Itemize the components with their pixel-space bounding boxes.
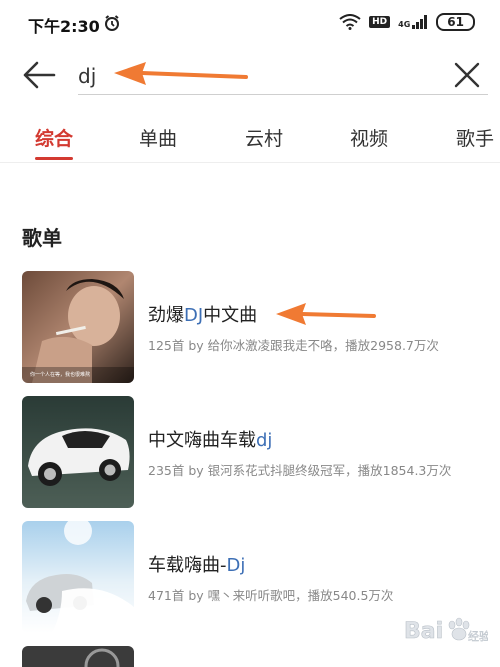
title-highlight: Dj [226,555,246,576]
playlist-title: 劲爆DJ中文曲 [148,301,257,327]
wifi-icon [339,14,361,30]
status-indicators: HD 4G 61 [339,13,475,31]
cellular-signal: 4G [398,15,428,29]
playlist-cover-partial [22,646,134,667]
tab-songs[interactable]: 单曲 [139,124,177,151]
title-highlight: DJ [184,305,204,326]
title-highlight: dj [256,430,273,451]
active-tab-indicator [35,157,73,160]
playlist-cover [22,521,134,633]
close-icon [454,62,480,88]
tab-videos[interactable]: 视频 [350,124,388,151]
back-button[interactable] [22,60,56,90]
playlist-meta: 125首 by 给你冰激凌跟我走不咯，播放2958.7万次 [148,338,439,353]
svg-text:经验: 经验 [468,629,488,643]
title-text: 车载嗨曲- [148,555,227,576]
title-text: 劲爆 [148,305,184,326]
search-input[interactable] [78,58,488,95]
playlist-title: 车载嗨曲-Dj [148,551,245,577]
clear-search-button[interactable] [452,60,482,90]
playlist-cover: 你一个人在等，我也很难熬 [22,271,134,383]
playlist-cover [22,396,134,508]
back-arrow-icon [23,61,56,89]
tab-all[interactable]: 综合 [35,124,73,151]
title-text: 中文嗨曲车载 [148,430,256,451]
hd-badge: HD [369,16,391,28]
playlist-item[interactable]: 中文嗨曲车载dj 235首 by 银河系花式抖腿终级冠军，播放1854.3万次 [22,396,492,508]
tab-artists[interactable]: 歌手 [456,124,494,151]
status-time: 下午2:30 [28,17,100,36]
tab-community[interactable]: 云村 [245,124,283,151]
cover-caption: 你一个人在等，我也很难熬 [30,372,91,378]
search-bar [0,44,500,104]
status-bar: 下午2:30 HD 4G 61 [0,0,500,44]
section-title-playlists: 歌单 [22,226,62,250]
svg-text:Bai: Bai [404,619,443,644]
signal-icon [412,15,428,29]
network-type: 4G [398,20,411,29]
playlist-title: 中文嗨曲车载dj [148,426,272,452]
playlist-meta: 471首 by 嘿丶来听听歌吧，播放540.5万次 [148,588,394,603]
alarm-icon [105,15,119,31]
playlist-item[interactable]: 你一个人在等，我也很难熬 劲爆DJ中文曲 125首 by 给你冰激凌跟我走不咯，… [22,271,492,383]
playlist-meta: 235首 by 银河系花式抖腿终级冠军，播放1854.3万次 [148,463,452,478]
watermark-logo: Bai 经验 [404,613,490,651]
battery-indicator: 61 [436,13,475,31]
title-text-end: 中文曲 [203,305,258,326]
category-tabs: 综合 单曲 云村 视频 歌手 [0,114,500,162]
tabs-divider [0,162,500,163]
